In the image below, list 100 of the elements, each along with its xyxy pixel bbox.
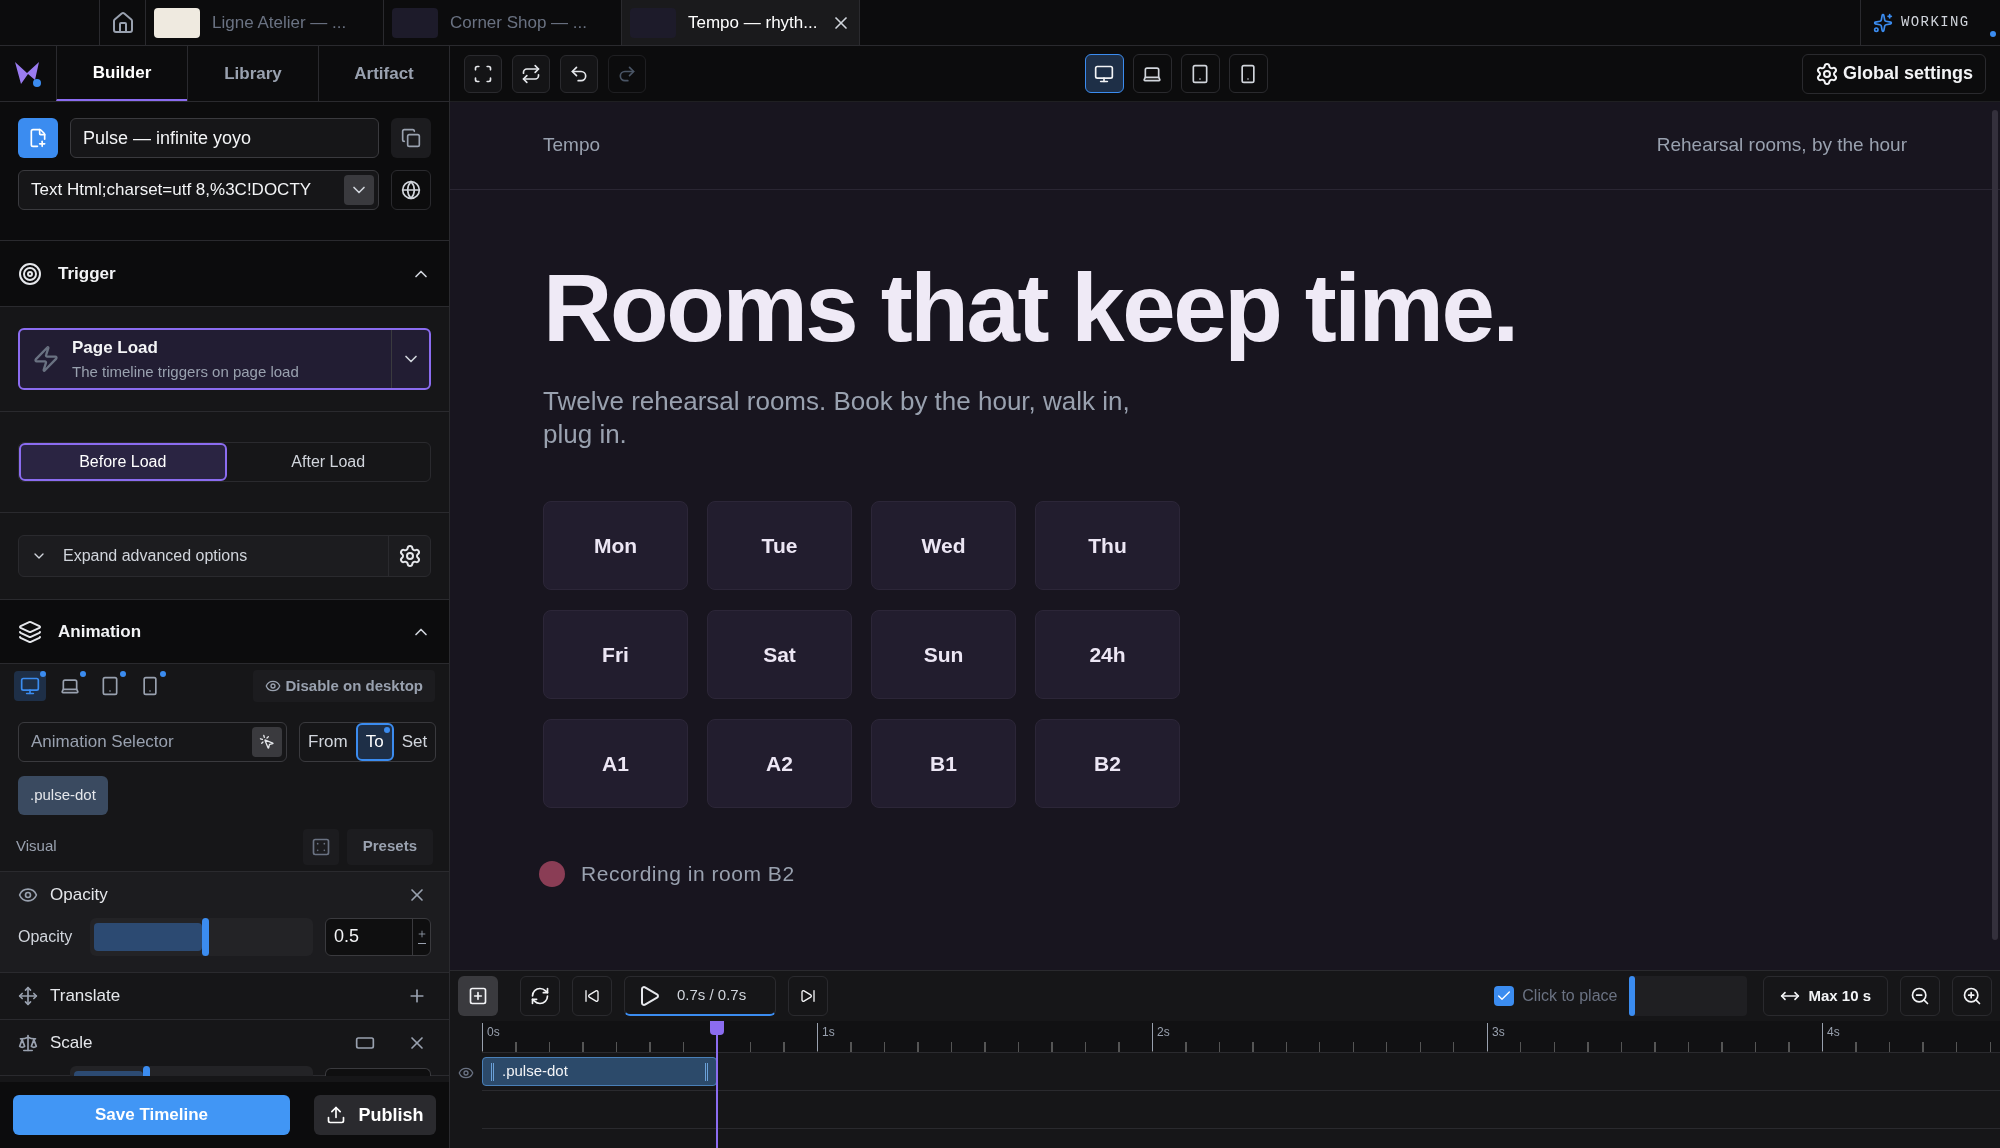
lightning-icon: [32, 345, 60, 373]
copy-icon: [401, 128, 421, 148]
scrollbar[interactable]: [1992, 110, 1998, 940]
number-field[interactable]: [325, 1067, 431, 1076]
laptop-icon: [60, 676, 80, 696]
upload-icon: [326, 1105, 347, 1125]
settings-icon: [1814, 61, 1839, 86]
presets-button[interactable]: Presets: [346, 828, 433, 865]
number-field[interactable]: 0.5: [325, 917, 431, 956]
zoom-in-button[interactable]: [1952, 976, 1992, 1016]
panel-tab[interactable]: Library: [187, 46, 318, 101]
viewport-toggle[interactable]: [1228, 54, 1268, 93]
direction-option[interactable]: From: [300, 723, 356, 761]
skip-forward-icon: [800, 988, 816, 1004]
selector-field[interactable]: Animation Selector: [18, 722, 287, 762]
room-slot[interactable]: Sat: [707, 610, 852, 700]
toolbar-button[interactable]: [512, 54, 550, 93]
file-icon: [28, 128, 48, 148]
loop-icon: [530, 986, 550, 1006]
ruler-label: 1s: [817, 1023, 835, 1051]
settings-icon: [397, 544, 422, 568]
source-select[interactable]: Text Html;charset=utf 8,%3C!DOCTY: [18, 170, 379, 210]
browser-tab[interactable]: Ligne Atelier — ...: [146, 0, 384, 45]
skip-back-icon: [584, 988, 600, 1004]
room-slot[interactable]: B1: [871, 719, 1016, 809]
copy-button[interactable]: [391, 118, 431, 158]
room-slot[interactable]: Sun: [871, 610, 1016, 700]
viewport-toggle[interactable]: [1084, 54, 1124, 93]
direction-option[interactable]: To: [355, 723, 394, 761]
new-file-button[interactable]: [18, 118, 58, 158]
room-slot[interactable]: A2: [707, 719, 852, 809]
section-title: Trigger: [58, 262, 117, 285]
trigger-event: Page Load: [72, 337, 159, 359]
property-title: Translate: [50, 984, 122, 1007]
selector-input[interactable]: Animation Selector: [31, 729, 252, 755]
redo-icon: [617, 63, 637, 84]
publish-button[interactable]: Publish: [314, 1095, 436, 1135]
max-duration-button[interactable]: Max 10 s: [1763, 976, 1888, 1016]
global-settings-button[interactable]: Global settings: [1801, 53, 1986, 94]
skip-start-button[interactable]: [572, 976, 612, 1016]
undo-icon: [569, 63, 589, 84]
viewport-toggle[interactable]: [1180, 54, 1220, 93]
desktop-icon: [1094, 63, 1114, 84]
tablet-icon: [100, 676, 120, 696]
dice-button[interactable]: [302, 828, 339, 865]
viewport-toggle[interactable]: [1132, 54, 1172, 93]
slider-track[interactable]: [90, 917, 313, 956]
add-track-button[interactable]: [458, 976, 498, 1016]
room-slot[interactable]: Thu: [1035, 501, 1180, 591]
section-title: Animation: [58, 620, 143, 643]
load-mode-option[interactable]: After Load: [226, 443, 430, 481]
sparkle-icon: [1873, 12, 1893, 33]
move-icon: [18, 985, 38, 1006]
room-slot[interactable]: A1: [543, 719, 688, 809]
trigger-select[interactable]: Page Load The timeline triggers on page load: [18, 328, 431, 390]
increment-icon[interactable]: [416, 929, 427, 939]
zoom-out-button[interactable]: [1900, 976, 1940, 1016]
target-icon: [18, 261, 42, 286]
room-slot[interactable]: Fri: [543, 610, 688, 700]
slider-thumb[interactable]: [201, 917, 209, 956]
selector-chip[interactable]: .pulse-dot: [18, 776, 108, 815]
direction-option[interactable]: Set: [393, 723, 436, 761]
panel-tab[interactable]: Artifact: [318, 46, 449, 101]
timeline-clip[interactable]: .pulse-dot: [482, 1057, 717, 1086]
skip-end-button[interactable]: [788, 976, 828, 1016]
browser-tab[interactable]: Tempo — rhyth...: [622, 0, 860, 45]
scale-icon: [18, 1032, 38, 1053]
timeline-name-field[interactable]: Pulse — infinite yoyo: [70, 118, 379, 158]
device-toggle[interactable]: [14, 671, 46, 701]
room-slot[interactable]: B2: [1035, 719, 1180, 809]
toolbar-button[interactable]: [560, 54, 598, 93]
slider-thumb[interactable]: [142, 1065, 150, 1076]
browser-tab[interactable]: Corner Shop — ...: [384, 0, 622, 45]
eye-icon[interactable]: [458, 1065, 474, 1081]
eye-icon: [265, 678, 282, 694]
zoom-out-icon: [1910, 986, 1930, 1006]
click-to-place-checkbox[interactable]: Click to place: [1494, 984, 1618, 1008]
subtitle: Twelve rehearsal rooms. Book by the hour, walk in, plug in.: [543, 385, 1131, 452]
playback-control[interactable]: 0.7s / 0.7s: [624, 976, 776, 1016]
property-title: Opacity: [50, 883, 109, 906]
globe-button[interactable]: [391, 170, 431, 210]
room-slot[interactable]: Wed: [871, 501, 1016, 591]
load-mode-option[interactable]: Before Load: [19, 443, 227, 481]
room-slot[interactable]: Tue: [707, 501, 852, 591]
room-slot[interactable]: Mon: [543, 501, 688, 591]
phone-icon: [1238, 63, 1258, 84]
capture-icon: [473, 63, 493, 84]
loop-button[interactable]: [520, 976, 560, 1016]
swap-icon: [521, 63, 541, 84]
tablet-icon: [1190, 63, 1210, 84]
slider-track[interactable]: [70, 1065, 313, 1076]
ruler-label: 2s: [1152, 1023, 1170, 1051]
trigger-description: The timeline triggers on page load: [72, 361, 300, 382]
place-field[interactable]: [1629, 976, 1748, 1016]
playhead[interactable]: [710, 1021, 724, 1148]
disable-device-button[interactable]: Disable on desktop: [253, 670, 435, 702]
site-tagline: Rehearsal rooms, by the hour: [1656, 133, 1907, 158]
room-slot[interactable]: 24h: [1035, 610, 1180, 700]
toolbar-button[interactable]: [464, 54, 502, 93]
logo-icon: [13, 59, 43, 88]
